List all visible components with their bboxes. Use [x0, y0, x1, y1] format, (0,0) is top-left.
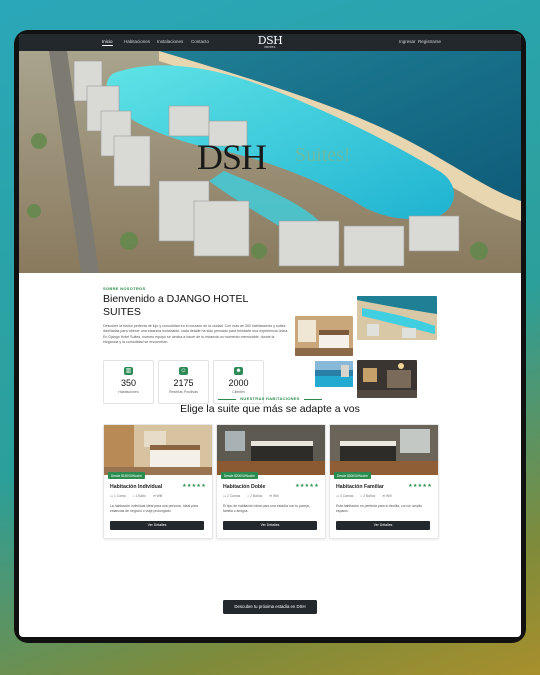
group-icon: ☻ — [234, 367, 243, 375]
stat-value: 2000 — [228, 378, 249, 388]
room-name: Habitación Individual — [110, 484, 163, 490]
amenity-text: Wifi — [272, 494, 279, 498]
hero-image — [19, 51, 521, 273]
room-amenities: ▭ 1 Cama ⌂ 1 Baño ≋ Wifi — [110, 494, 162, 498]
rooms-label-text: NUESTRAS HABITACIONES — [240, 396, 300, 401]
amenity-text: Wifi — [156, 494, 163, 498]
stat-label: Habitaciones — [118, 390, 139, 394]
nav-link-habitaciones[interactable]: Habitaciones — [124, 39, 150, 44]
price-badge: Desde $30000/Noche — [334, 472, 371, 479]
building-icon: ▥ — [124, 367, 133, 375]
users-icon: ☺ — [179, 367, 188, 375]
divider-line — [218, 398, 237, 400]
view-details-button[interactable]: Ver Detalles — [336, 521, 430, 530]
register-link[interactable]: Registrarse — [418, 39, 441, 44]
amenity-text: 4 Camas — [340, 494, 354, 498]
room-description: La habitación individual ideal para una … — [110, 504, 198, 513]
room-card-family: Desde $30000/Noche Habitación Familiar ★… — [329, 424, 439, 539]
nav-link-contacto[interactable]: Contacto — [191, 39, 209, 44]
divider-line — [303, 398, 322, 400]
stat-value: 2175 — [173, 378, 194, 388]
amenity-text: 2 Baños — [363, 494, 376, 498]
rating-stars: ★★★★★ — [182, 483, 206, 489]
room-name: Habitación Familiar — [336, 484, 384, 490]
hero-banner: DSH Suites! — [19, 51, 521, 273]
amenity-text: 1 Baño — [135, 494, 146, 498]
wifi-icon: ≋ Wifi — [382, 494, 392, 498]
nav-link-instalaciones[interactable]: Instalaciones — [157, 39, 183, 44]
about-title: Bienvenido a DJANGO HOTEL SUITES — [103, 293, 248, 318]
rating-stars: ★★★★★ — [295, 483, 319, 489]
photo-pool-view — [315, 361, 353, 387]
hero-title: DSH — [197, 137, 267, 177]
rooms-title: Elige la suite que más se adapte a vos — [180, 403, 360, 415]
brand-logo[interactable]: DSH HOTEL — [256, 35, 284, 49]
bath-icon: ⌂ 2 Baños — [247, 494, 263, 498]
price-badge: Desde $15000/Noche — [108, 472, 145, 479]
room-amenities: ▭ 4 Camas ⌂ 2 Baños ≋ Wifi — [336, 494, 391, 498]
room-image — [217, 425, 325, 475]
room-amenities: ▭ 2 Camas ⌂ 2 Baños ≋ Wifi — [223, 494, 278, 498]
rating-stars: ★★★★★ — [408, 483, 432, 489]
room-name: Habitación Doble — [223, 484, 266, 490]
price-badge: Desde $20000/Noche — [221, 472, 258, 479]
photo-room-interior — [295, 316, 353, 356]
browser-screen: Inicio Habitaciones Instalaciones Contac… — [19, 34, 521, 637]
room-card-double: Desde $20000/Noche Habitación Doble ★★★★… — [216, 424, 326, 539]
wifi-icon: ≋ Wifi — [269, 494, 279, 498]
wifi-icon: ≋ Wifi — [152, 494, 163, 498]
bed-icon: ▭ 4 Camas — [336, 494, 354, 498]
discover-stay-button[interactable]: Descubre tu próxima estadía en DSH — [223, 600, 317, 614]
view-details-button[interactable]: Ver Detalles — [223, 521, 317, 530]
about-section-label: SOBRE NOSOTROS — [103, 286, 146, 291]
view-details-button[interactable]: Ver Detalles — [110, 521, 204, 530]
room-description: Esta habitación es perfecta para tu fami… — [336, 504, 423, 513]
nav-link-inicio[interactable]: Inicio — [102, 39, 113, 46]
stat-label: Clientes — [232, 390, 245, 394]
rooms-section-label: NUESTRAS HABITACIONES — [19, 396, 521, 401]
bath-icon: ⌂ 1 Baño — [132, 494, 146, 498]
bed-icon: ▭ 2 Camas — [223, 494, 241, 498]
photo-lobby-night — [357, 360, 417, 398]
stat-value: 350 — [120, 378, 137, 388]
room-card-individual: Desde $15000/Noche Habitación Individual… — [103, 424, 213, 539]
amenity-text: 2 Baños — [250, 494, 263, 498]
photo-aerial-pool — [357, 296, 437, 340]
about-description: Descubre la fusión perfecta de lujo y co… — [103, 324, 289, 344]
room-description: El tipo de habitación ideal para una est… — [223, 504, 310, 513]
hero-subtitle: Suites! — [295, 144, 351, 166]
room-image — [330, 425, 438, 475]
bath-icon: ⌂ 2 Baños — [360, 494, 376, 498]
amenity-text: 1 Cama — [114, 494, 126, 498]
bed-icon: ▭ 1 Cama — [110, 494, 126, 498]
login-link[interactable]: Ingresar — [399, 39, 416, 44]
navbar: Inicio Habitaciones Instalaciones Contac… — [19, 34, 521, 51]
amenity-text: Wifi — [385, 494, 392, 498]
room-image — [104, 425, 212, 475]
amenity-text: 2 Camas — [227, 494, 241, 498]
stat-label: Reseñas Positivas — [169, 390, 198, 394]
